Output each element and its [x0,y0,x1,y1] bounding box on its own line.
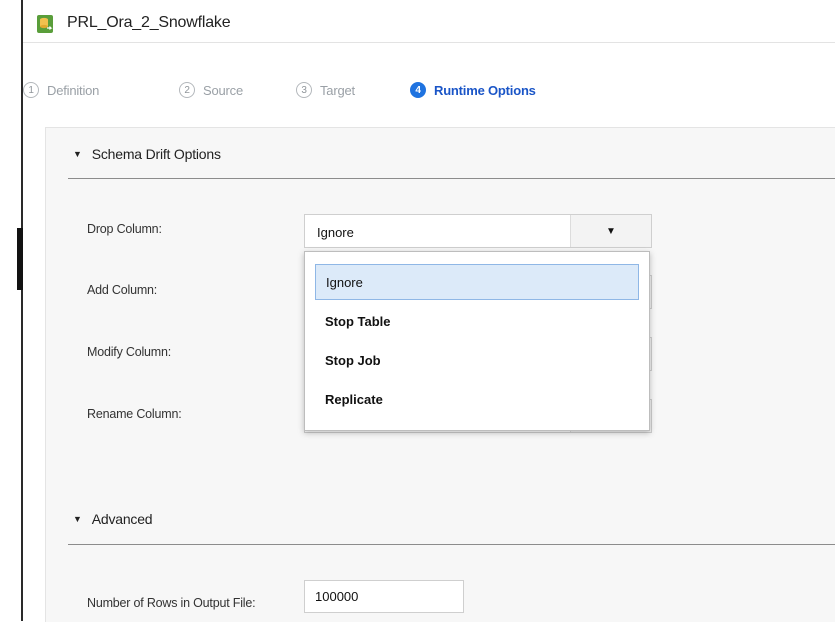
drop-column-select[interactable]: Ignore ▼ [304,214,652,248]
left-edge-marker [17,228,23,290]
wizard-steps: 1 Definition 2 Source 3 Target 4 Runtime… [23,72,835,122]
add-column-label: Add Column: [87,283,158,297]
option-stop-table[interactable]: Stop Table [315,303,639,339]
task-title: PRL_Ora_2_Snowflake [67,14,231,31]
step-label: Definition [47,82,100,98]
left-edge [0,0,23,621]
runtime-options-panel: ▼ Schema Drift Options Drop Column: Igno… [45,127,835,622]
title-bar: PRL_Ora_2_Snowflake [23,0,835,43]
section-divider [68,544,835,545]
step-number: 2 [179,82,195,98]
collapse-triangle-icon: ▼ [73,514,82,524]
option-ignore[interactable]: Ignore [315,264,639,300]
section-title: Schema Drift Options [91,146,221,162]
step-number: 4 [410,82,426,98]
step-source[interactable]: 2 Source [179,82,243,98]
step-definition[interactable]: 1 Definition [23,82,99,98]
advanced-toggle[interactable]: ▼ Advanced [73,511,153,527]
option-replicate[interactable]: Replicate [315,381,639,417]
option-stop-job[interactable]: Stop Job [315,342,639,378]
modify-column-label: Modify Column: [87,345,172,359]
rename-column-label: Rename Column: [87,407,182,421]
step-runtime-options[interactable]: 4 Runtime Options [410,82,536,98]
database-task-icon [37,15,53,33]
select-value: Ignore [317,225,354,240]
step-number: 1 [23,82,39,98]
drop-column-options: Ignore Stop Table Stop Job Replicate [304,251,650,431]
drop-column-label: Drop Column: [87,222,162,236]
section-divider [68,178,835,179]
step-label: Runtime Options [434,82,536,98]
collapse-triangle-icon: ▼ [73,149,82,159]
step-label: Source [203,82,243,98]
step-label: Target [320,82,355,98]
section-title: Advanced [91,511,153,527]
schema-drift-toggle[interactable]: ▼ Schema Drift Options [73,146,221,162]
step-target[interactable]: 3 Target [296,82,355,98]
rows-in-output-input[interactable] [304,580,464,613]
step-number: 3 [296,82,312,98]
rows-in-output-label: Number of Rows in Output File: [87,596,256,610]
caret-down-icon[interactable]: ▼ [570,215,651,247]
